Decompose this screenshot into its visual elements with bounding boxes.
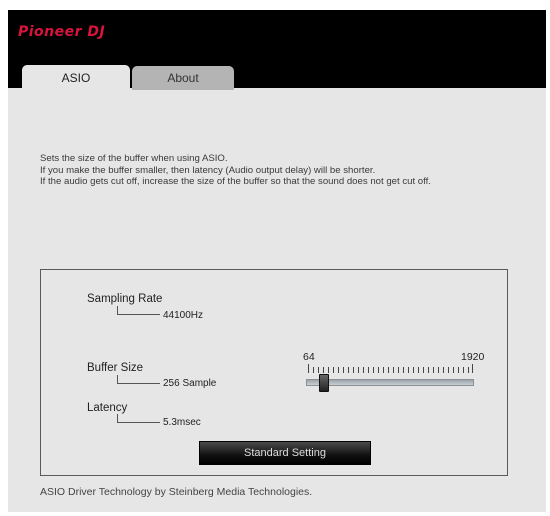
sampling-rate-value: 44100Hz bbox=[163, 310, 204, 321]
footer-text: ASIO Driver Technology by Steinberg Medi… bbox=[40, 486, 313, 498]
asio-description: Sets the size of the buffer when using A… bbox=[40, 153, 431, 188]
buffer-size-slider[interactable] bbox=[306, 379, 474, 386]
latency-value: 5.3msec bbox=[163, 417, 201, 428]
slider-ticks bbox=[308, 364, 473, 373]
description-line: If the audio gets cut off, increase the … bbox=[40, 176, 431, 187]
slider-thumb[interactable] bbox=[319, 374, 329, 392]
tab-about[interactable]: About bbox=[132, 66, 234, 90]
slider-min-label: 64 bbox=[303, 351, 315, 363]
pioneer-dj-logo: Pioneer DJ bbox=[18, 24, 106, 40]
description-line: Sets the size of the buffer when using A… bbox=[40, 153, 228, 164]
buffer-size-value: 256 Sample bbox=[163, 378, 217, 389]
header-bar: Pioneer DJ ASIO About bbox=[8, 10, 546, 91]
latency-bracket bbox=[117, 414, 160, 423]
sampling-rate-bracket bbox=[117, 306, 160, 315]
standard-setting-button[interactable]: Standard Setting bbox=[199, 441, 371, 465]
tab-asio[interactable]: ASIO bbox=[22, 65, 130, 91]
sampling-rate-label: Sampling Rate bbox=[87, 293, 163, 305]
buffer-size-label: Buffer Size bbox=[87, 362, 144, 374]
buffer-size-bracket bbox=[117, 375, 160, 384]
slider-max-label: 1920 bbox=[461, 351, 485, 363]
buffer-settings-panel: Sampling Rate 44100Hz Buffer Size 256 Sa… bbox=[40, 269, 508, 476]
settings-window: Pioneer DJ ASIO About Sets the size of t… bbox=[8, 10, 546, 512]
latency-label: Latency bbox=[87, 402, 128, 414]
description-line: If you make the buffer smaller, then lat… bbox=[40, 164, 376, 176]
